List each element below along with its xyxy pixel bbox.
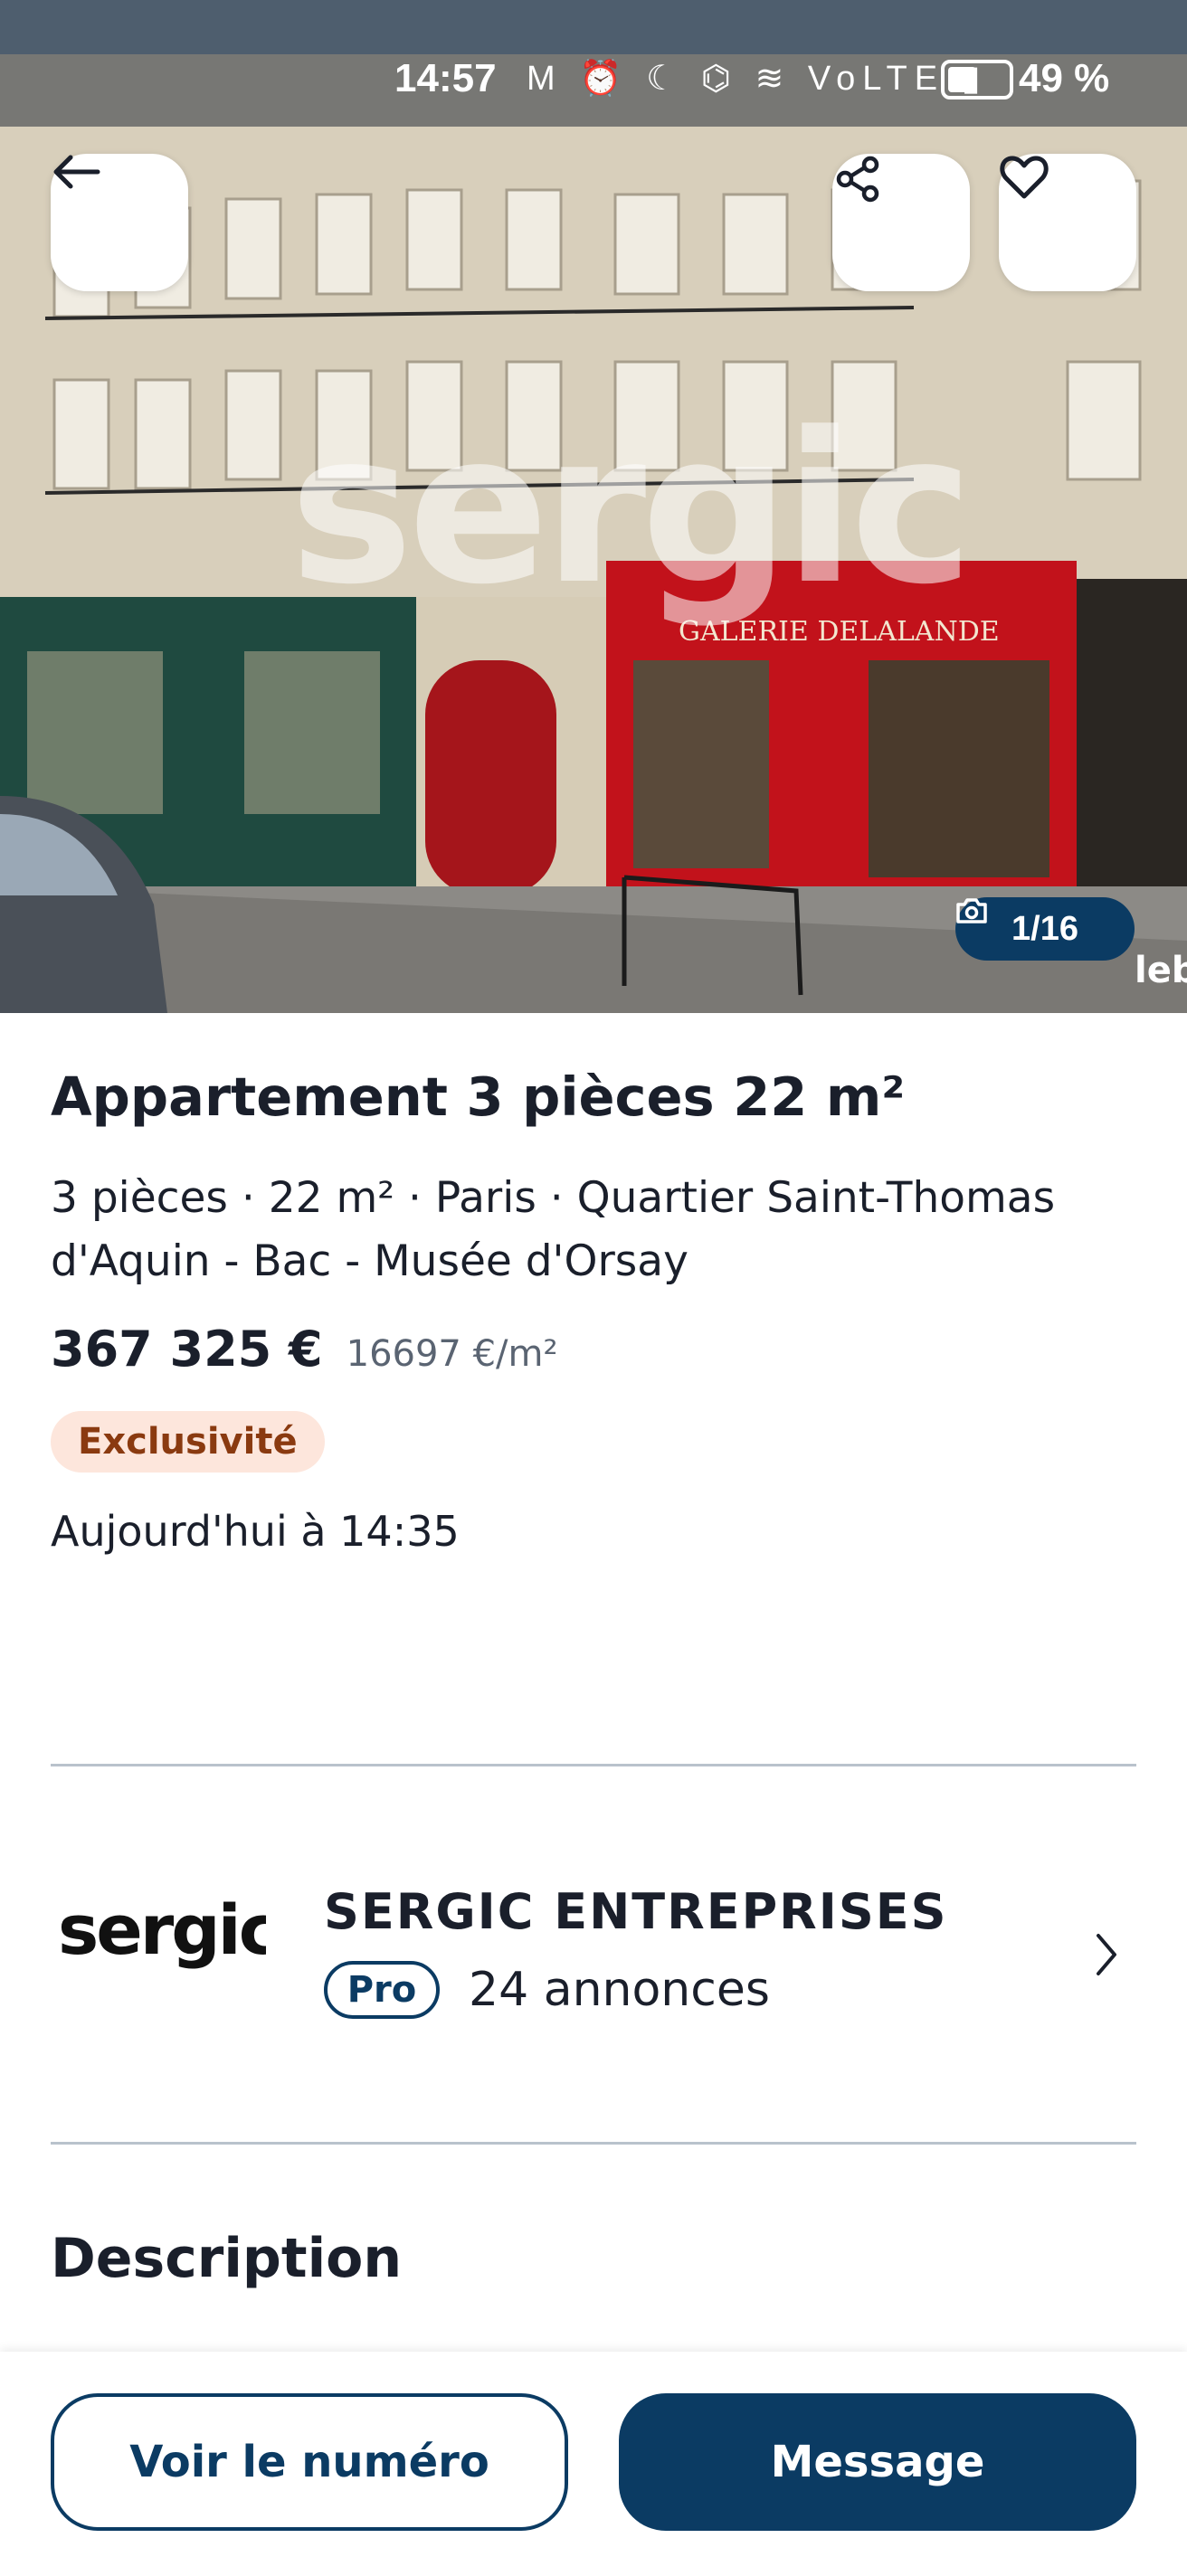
listing-photo[interactable]: GALERIE DELALANDE sergic leb 14:57 M ⏰ ☾… xyxy=(0,0,1187,1013)
price-per-m2: 16697 €/m² xyxy=(346,1333,558,1375)
battery-icon xyxy=(941,60,1013,99)
seller-card[interactable]: sergic SERGIC ENTREPRISES Pro 24 annonce… xyxy=(0,1773,1187,2135)
share-icon xyxy=(836,156,879,203)
status-bar: 14:57 M ⏰ ☾ ⌬ ≋ VoLTE ▮ 49 % xyxy=(0,0,1187,127)
corner-watermark: leb xyxy=(1135,950,1187,991)
chevron-right-icon xyxy=(1097,1934,1116,1975)
price: 367 325 € xyxy=(51,1321,323,1378)
sergic-watermark: sergic xyxy=(290,389,973,630)
heart-icon xyxy=(1000,156,1049,199)
share-button[interactable] xyxy=(832,154,970,291)
bottom-action-bar: Voir le numéro Message xyxy=(0,2352,1187,2576)
seller-annonces-count: 24 annonces xyxy=(469,1963,770,2017)
back-button[interactable] xyxy=(51,154,188,291)
show-phone-button[interactable]: Voir le numéro xyxy=(51,2393,568,2531)
listing-title: Appartement 3 pièces 22 m² xyxy=(51,1065,906,1128)
listing-subtitle: 3 pièces · 22 m² · Paris · Quartier Sain… xyxy=(51,1173,1056,1286)
divider xyxy=(51,2142,1136,2145)
photo-counter-label: 1/16 xyxy=(1011,909,1078,948)
description-heading: Description xyxy=(51,2227,403,2290)
status-time: 14:57 xyxy=(394,56,497,100)
photo-counter[interactable]: 1/16 xyxy=(955,897,1135,961)
pro-badge: Pro xyxy=(324,1961,440,2019)
favorite-button[interactable] xyxy=(999,154,1136,291)
price-row: 367 325 € 16697 €/m² xyxy=(51,1321,558,1378)
seller-logo: sergic xyxy=(58,1889,266,1970)
seller-logo-text: sergic xyxy=(58,1889,266,1970)
seller-name: SERGIC ENTREPRISES xyxy=(324,1883,948,1940)
publication-date: Aujourd'hui à 14:35 xyxy=(51,1507,460,1556)
exclusivity-badge: Exclusivité xyxy=(51,1411,325,1473)
arrow-left-icon xyxy=(53,155,100,189)
divider xyxy=(51,1764,1136,1766)
battery-percent: 49 % xyxy=(1019,56,1110,100)
message-button[interactable]: Message xyxy=(619,2393,1136,2531)
status-icons: M ⏰ ☾ ⌬ ≋ VoLTE ▮ xyxy=(527,60,988,98)
camera-icon xyxy=(956,898,987,923)
